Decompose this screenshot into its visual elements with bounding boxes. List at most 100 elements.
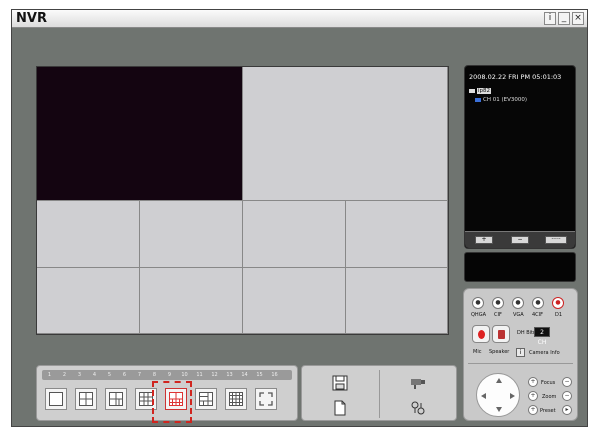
channel-number[interactable]: 6 <box>119 371 130 379</box>
channel-number[interactable]: 8 <box>149 371 160 379</box>
status-panel <box>464 252 576 282</box>
d1-label: D1 <box>555 312 563 318</box>
mic-button[interactable] <box>472 325 490 343</box>
layout-2x2-button[interactable] <box>75 388 97 410</box>
window-title: NVR <box>16 11 47 26</box>
speaker-label: Speaker <box>489 349 510 355</box>
focus-label: Focus <box>541 380 556 386</box>
video-cell-4[interactable] <box>140 201 243 268</box>
layout-1plus9-button[interactable] <box>195 388 217 410</box>
video-cell-9[interactable] <box>243 268 346 334</box>
resolution-4cif-button[interactable]: ● <box>532 297 544 309</box>
channel-number[interactable]: 1 <box>44 371 55 379</box>
layout-1plus3-icon <box>109 392 123 406</box>
video-cell-8[interactable] <box>140 268 243 334</box>
video-cell-1[interactable] <box>37 67 243 201</box>
save-icon[interactable] <box>332 375 348 391</box>
arrow-left-icon[interactable] <box>481 393 486 399</box>
server-icon <box>469 88 475 93</box>
network-icon[interactable] <box>410 400 426 416</box>
video-cell-3[interactable] <box>37 201 140 268</box>
vga-label: VGA <box>513 312 524 318</box>
camera-info-label: Camera Info <box>529 350 560 356</box>
datetime-display: 2008.02.22 FRI PM 05:01:03 <box>469 73 562 81</box>
layout-2x2-icon <box>79 392 93 406</box>
channel-number[interactable]: 5 <box>104 371 115 379</box>
channel-number[interactable]: 14 <box>239 371 250 379</box>
more-button[interactable]: ····· <box>545 236 567 244</box>
ptz-joystick[interactable] <box>476 373 520 417</box>
arrow-right-icon[interactable] <box>510 393 515 399</box>
layout-4x4-icon <box>229 392 243 406</box>
nvr-window: NVR i _ × 2008.02.22 FRI PM 05:01:03 ip8… <box>11 9 588 427</box>
info-button[interactable]: i <box>544 12 556 25</box>
arrow-up-icon[interactable] <box>496 378 502 383</box>
minimize-button[interactable]: _ <box>558 12 570 25</box>
video-grid <box>36 66 449 335</box>
layout-1plus9-icon <box>199 392 213 406</box>
channel-number[interactable]: 16 <box>269 371 280 379</box>
qhga-label: QHGA <box>471 312 486 318</box>
add-button[interactable]: + <box>475 236 493 244</box>
channel-number[interactable]: 3 <box>74 371 85 379</box>
zoom-label: Zoom <box>542 394 557 400</box>
device-toolbar: + − ····· <box>465 231 575 248</box>
resolution-vga-button[interactable]: ● <box>512 297 524 309</box>
fullscreen-icon <box>259 392 273 406</box>
device-panel: 2008.02.22 FRI PM 05:01:03 ip82 CH 01 (E… <box>464 65 576 249</box>
channel-number[interactable]: 15 <box>254 371 265 379</box>
remove-button[interactable]: − <box>511 236 529 244</box>
channel-strip: 1 2 3 4 5 6 7 8 9 10 11 12 13 14 15 16 <box>42 370 292 380</box>
video-cell-6[interactable] <box>346 201 448 268</box>
channel-number[interactable]: 4 <box>89 371 100 379</box>
channel-number[interactable]: 10 <box>179 371 190 379</box>
channel-value[interactable]: 2 CH <box>534 327 550 346</box>
close-button[interactable]: × <box>572 12 584 25</box>
camera-info-button[interactable]: i <box>516 348 525 357</box>
resolution-d1-button[interactable]: ● <box>552 297 564 309</box>
zoom-plus-button[interactable]: + <box>528 391 538 401</box>
layout-4x4-button[interactable] <box>225 388 247 410</box>
speaker-button[interactable] <box>492 325 510 343</box>
zoom-minus-button[interactable]: − <box>562 391 572 401</box>
layout-3x3-icon <box>139 392 153 406</box>
document-icon[interactable] <box>332 400 348 416</box>
preset-plus-button[interactable]: + <box>528 405 538 415</box>
control-panel: ● ● ● ● ● QHGA CIF VGA 4CIF D1 DH Bitr 2… <box>463 288 578 421</box>
resolution-qhga-button[interactable]: ● <box>472 297 484 309</box>
title-bar: NVR i _ × <box>12 10 587 28</box>
preset-go-button[interactable]: ▸ <box>562 405 572 415</box>
divider <box>468 363 573 364</box>
arrow-down-icon[interactable] <box>496 407 502 412</box>
video-cell-2[interactable] <box>243 67 448 201</box>
video-cell-5[interactable] <box>243 201 346 268</box>
focus-plus-button[interactable]: + <box>528 377 538 387</box>
4cif-label: 4CIF <box>532 312 544 318</box>
layout-1x1-button[interactable] <box>45 388 67 410</box>
layout-1plus3-button[interactable] <box>105 388 127 410</box>
channel-number[interactable]: 11 <box>194 371 205 379</box>
focus-minus-button[interactable]: − <box>562 377 572 387</box>
tool-panel <box>301 365 457 421</box>
resolution-cif-button[interactable]: ● <box>492 297 504 309</box>
video-cell-10[interactable] <box>346 268 448 334</box>
cif-label: CIF <box>494 312 502 318</box>
channel-number[interactable]: 13 <box>224 371 235 379</box>
speaker-icon <box>498 330 505 339</box>
channel-number[interactable]: 9 <box>164 371 175 379</box>
tree-channel[interactable]: CH 01 (EV3000) <box>475 97 527 103</box>
mic-icon <box>478 330 485 339</box>
tree-root[interactable]: ip82 <box>469 88 492 94</box>
fullscreen-button[interactable] <box>255 388 277 410</box>
video-cell-7[interactable] <box>37 268 140 334</box>
camera-icon[interactable] <box>410 375 426 391</box>
divider <box>379 370 380 418</box>
channel-number[interactable]: 2 <box>59 371 70 379</box>
layout-1x1-icon <box>49 392 63 406</box>
channel-label: DH Bitr <box>517 330 536 336</box>
tree-channel-label: CH 01 (EV3000) <box>483 97 527 103</box>
channel-number[interactable]: 7 <box>134 371 145 379</box>
channel-number[interactable]: 12 <box>209 371 220 379</box>
mic-label: Mic <box>473 349 482 355</box>
tree-root-label: ip82 <box>477 88 492 94</box>
